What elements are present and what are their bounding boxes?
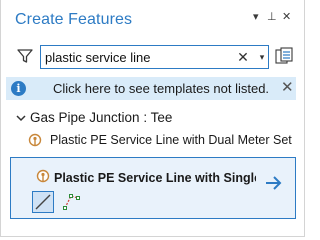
line-tool-icon [35, 194, 51, 210]
template-label: Plastic PE Service Line with Dual Meter … [50, 133, 292, 147]
template-search-input[interactable] [45, 48, 225, 66]
filter-icon[interactable] [16, 47, 34, 65]
line-tool-button[interactable] [32, 191, 54, 213]
template-item-dual-meter[interactable]: Plastic PE Service Line with Dual Meter … [28, 130, 298, 152]
pane-menu-button[interactable]: ▾ [253, 10, 259, 24]
point-feature-icon [36, 169, 50, 183]
search-options-dropdown[interactable]: ▾ [257, 50, 267, 64]
pane-title: Create Features [15, 11, 133, 28]
template-search-box[interactable]: ✕ ▾ [40, 45, 269, 69]
info-icon: i [11, 81, 26, 96]
templates-not-listed-info-bar[interactable]: i Click here to see templates not listed… [6, 77, 296, 100]
info-message-link[interactable]: Click here to see templates not listed. [53, 81, 269, 96]
chevron-down-icon[interactable] [16, 113, 26, 123]
close-pane-button[interactable]: ✕ [282, 10, 291, 24]
template-label: Plastic PE Service Line with Single Mete… [54, 171, 256, 185]
pin-pane-button[interactable]: ⊥ [267, 10, 277, 24]
clear-search-button[interactable]: ✕ [237, 50, 249, 64]
point-feature-icon [28, 133, 42, 147]
group-label: Gas Pipe Junction : Tee [30, 110, 173, 125]
close-info-button[interactable]: ✕ [281, 80, 294, 96]
arrow-right-icon[interactable] [265, 175, 283, 191]
template-item-single-meter[interactable]: Plastic PE Service Line with Single Mete… [10, 157, 296, 219]
manage-templates-icon[interactable] [274, 46, 294, 66]
trace-tool-icon[interactable] [62, 192, 82, 212]
